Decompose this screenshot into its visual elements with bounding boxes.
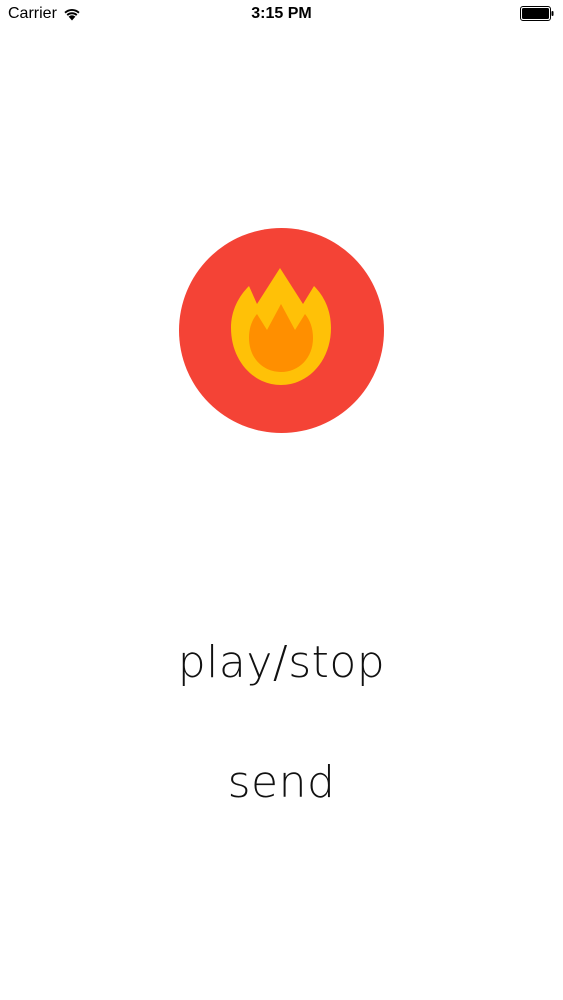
status-time: 3:15 PM	[251, 5, 312, 22]
battery-icon	[520, 6, 554, 21]
flame-icon	[179, 228, 384, 433]
status-bar: Carrier 3:15 PM	[0, 0, 563, 30]
play-stop-button[interactable]: play/stop	[0, 632, 563, 694]
app-screen: Carrier 3:15 PM play/stop send	[0, 0, 563, 1000]
send-button[interactable]: send	[0, 752, 563, 814]
